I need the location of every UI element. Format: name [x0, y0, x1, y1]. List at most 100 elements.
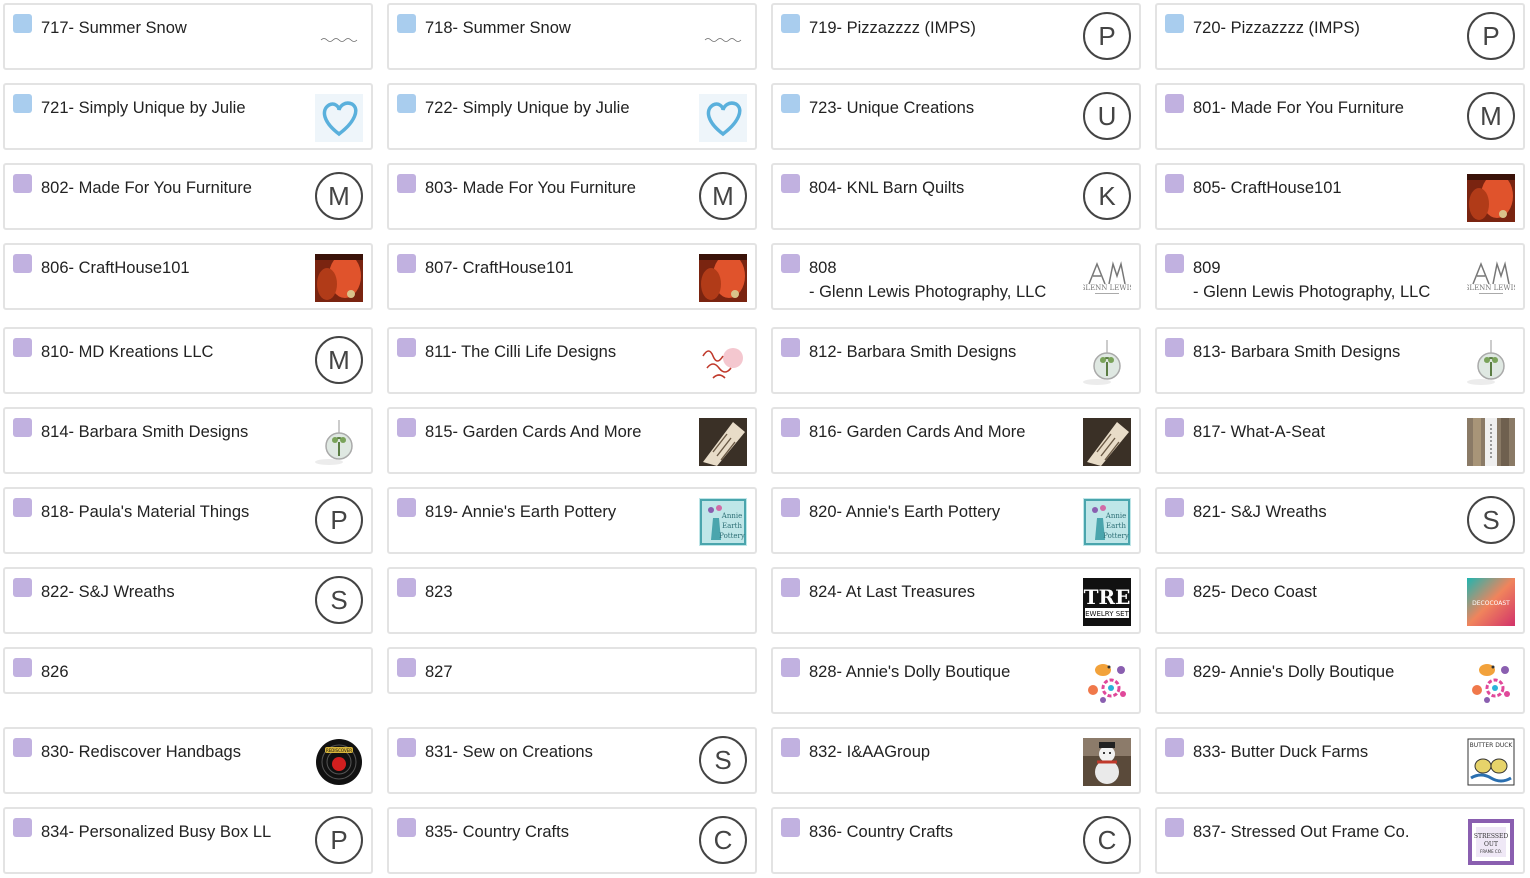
vendor-card[interactable]: 803- Made For You Furniture M: [387, 163, 757, 230]
vendor-card[interactable]: 829- Annie's Dolly Boutique: [1155, 647, 1525, 714]
color-swatch[interactable]: [1165, 738, 1184, 757]
color-swatch[interactable]: [397, 14, 416, 33]
color-swatch[interactable]: [397, 658, 416, 677]
vendor-name: 829- Annie's Dolly Boutique: [1193, 663, 1395, 681]
vendor-card[interactable]: 811- The Cilli Life Designs: [387, 327, 757, 394]
color-swatch[interactable]: [781, 94, 800, 113]
vendor-card[interactable]: 825- Deco Coast DECOCOAST: [1155, 567, 1525, 634]
vendor-name: 807- CraftHouse101: [425, 259, 574, 277]
color-swatch[interactable]: [781, 418, 800, 437]
color-swatch[interactable]: [397, 254, 416, 273]
vendor-card[interactable]: 819- Annie's Earth Pottery Annie Earth Pott…: [387, 487, 757, 554]
vendor-card[interactable]: 817- What-A-Seat: [1155, 407, 1525, 474]
color-swatch[interactable]: [13, 254, 32, 273]
vendor-card[interactable]: 831- Sew on Creations S: [387, 727, 757, 794]
vendor-card[interactable]: 804- KNL Barn Quilts K: [771, 163, 1141, 230]
vendor-card[interactable]: 818- Paula's Material Things P: [3, 487, 373, 554]
color-swatch[interactable]: [1165, 818, 1184, 837]
vendor-card[interactable]: 828- Annie's Dolly Boutique: [771, 647, 1141, 714]
vendor-card[interactable]: 836- Country Crafts C: [771, 807, 1141, 874]
vendor-card[interactable]: 717- Summer Snow: [3, 3, 373, 70]
vendor-card[interactable]: 718- Summer Snow: [387, 3, 757, 70]
vendor-card[interactable]: 802- Made For You Furniture M: [3, 163, 373, 230]
vendor-name: 721- Simply Unique by Julie: [41, 99, 246, 117]
color-swatch[interactable]: [13, 578, 32, 597]
vendor-name: 719- Pizzazzzz (IMPS): [809, 19, 976, 37]
vendor-card[interactable]: 805- CraftHouse101: [1155, 163, 1525, 230]
color-swatch[interactable]: [397, 498, 416, 517]
color-swatch[interactable]: [1165, 418, 1184, 437]
vendor-card[interactable]: 808 - Glenn Lewis Photography, LLC GLENN …: [771, 243, 1141, 310]
vendor-card[interactable]: 833- Butter Duck Farms BUTTER DUCK: [1155, 727, 1525, 794]
color-swatch[interactable]: [1165, 578, 1184, 597]
color-swatch[interactable]: [397, 418, 416, 437]
color-swatch[interactable]: [397, 94, 416, 113]
color-swatch[interactable]: [781, 818, 800, 837]
color-swatch[interactable]: [13, 418, 32, 437]
color-swatch[interactable]: [1165, 174, 1184, 193]
color-swatch[interactable]: [397, 818, 416, 837]
vendor-card[interactable]: 810- MD Kreations LLC M: [3, 327, 373, 394]
vendor-card[interactable]: 801- Made For You Furniture M: [1155, 83, 1525, 150]
color-swatch[interactable]: [1165, 254, 1184, 273]
vendor-card[interactable]: 809 - Glenn Lewis Photography, LLC GLENN …: [1155, 243, 1525, 310]
color-swatch[interactable]: [781, 338, 800, 357]
vendor-name: 823: [425, 583, 453, 601]
flowers-logo-icon: [1467, 658, 1515, 706]
vendor-card[interactable]: 827: [387, 647, 757, 694]
vendor-card[interactable]: 824- At Last Treasures TRE EWELRY SET: [771, 567, 1141, 634]
color-swatch[interactable]: [13, 738, 32, 757]
color-swatch[interactable]: [13, 94, 32, 113]
vendor-card[interactable]: 820- Annie's Earth Pottery Annie Earth Pott…: [771, 487, 1141, 554]
color-swatch[interactable]: [1165, 94, 1184, 113]
vendor-card[interactable]: 723- Unique Creations U: [771, 83, 1141, 150]
color-swatch[interactable]: [781, 254, 800, 273]
color-swatch[interactable]: [13, 818, 32, 837]
color-swatch[interactable]: [781, 658, 800, 677]
vendor-card[interactable]: 722- Simply Unique by Julie: [387, 83, 757, 150]
vendor-card[interactable]: 721- Simply Unique by Julie: [3, 83, 373, 150]
color-swatch[interactable]: [1165, 498, 1184, 517]
color-swatch[interactable]: [13, 174, 32, 193]
color-swatch[interactable]: [397, 338, 416, 357]
color-swatch[interactable]: [781, 738, 800, 757]
vendor-card[interactable]: 806- CraftHouse101: [3, 243, 373, 310]
vendor-card[interactable]: 821- S&J Wreaths S: [1155, 487, 1525, 554]
vendor-card[interactable]: 807- CraftHouse101: [387, 243, 757, 310]
color-swatch[interactable]: [1165, 338, 1184, 357]
vendor-card[interactable]: 812- Barbara Smith Designs: [771, 327, 1141, 394]
color-swatch[interactable]: [397, 578, 416, 597]
color-swatch[interactable]: [1165, 14, 1184, 33]
vendor-card[interactable]: 814- Barbara Smith Designs: [3, 407, 373, 474]
vendor-name: 834- Personalized Busy Box LL: [41, 823, 272, 841]
svg-text:Pottery: Pottery: [1103, 532, 1129, 540]
vendor-card[interactable]: 815- Garden Cards And More: [387, 407, 757, 474]
color-swatch[interactable]: [397, 738, 416, 757]
color-swatch[interactable]: [13, 14, 32, 33]
svg-text:TRE: TRE: [1084, 585, 1131, 609]
vendor-card[interactable]: 816- Garden Cards And More: [771, 407, 1141, 474]
color-swatch[interactable]: [781, 174, 800, 193]
color-swatch[interactable]: [13, 658, 32, 677]
vendor-card[interactable]: 813- Barbara Smith Designs: [1155, 327, 1525, 394]
vendor-card[interactable]: 832- I&AAGroup: [771, 727, 1141, 794]
color-swatch[interactable]: [781, 578, 800, 597]
color-swatch[interactable]: [397, 174, 416, 193]
color-swatch[interactable]: [781, 498, 800, 517]
vendor-card[interactable]: 823: [387, 567, 757, 634]
vendor-card[interactable]: 720- Pizzazzzz (IMPS) P: [1155, 3, 1525, 70]
vendor-card[interactable]: 826: [3, 647, 373, 694]
vendor-card[interactable]: 719- Pizzazzzz (IMPS) P: [771, 3, 1141, 70]
vendor-card[interactable]: 822- S&J Wreaths S: [3, 567, 373, 634]
color-swatch[interactable]: [13, 338, 32, 357]
vendor-card[interactable]: 834- Personalized Busy Box LL P: [3, 807, 373, 874]
color-swatch[interactable]: [13, 498, 32, 517]
vendor-card[interactable]: 837- Stressed Out Frame Co. STRESSED OUT FR…: [1155, 807, 1525, 874]
vendor-name: 835- Country Crafts: [425, 823, 569, 841]
vendor-name: 809 - Glenn Lewis Photography, LLC: [1193, 259, 1431, 301]
vendor-card[interactable]: 830- Rediscover Handbags REDISCOVER: [3, 727, 373, 794]
svg-text:STRESSED: STRESSED: [1474, 833, 1509, 840]
color-swatch[interactable]: [1165, 658, 1184, 677]
color-swatch[interactable]: [781, 14, 800, 33]
vendor-card[interactable]: 835- Country Crafts C: [387, 807, 757, 874]
